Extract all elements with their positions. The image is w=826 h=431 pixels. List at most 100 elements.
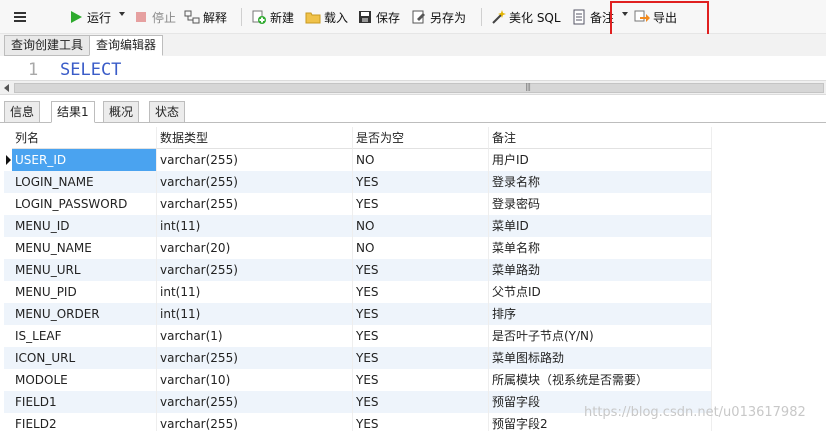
table-cell[interactable]: USER_ID: [12, 149, 157, 171]
table-row[interactable]: MENU_PID int(11) YES 父节点ID: [4, 281, 712, 303]
tab-status[interactable]: 状态: [149, 101, 186, 123]
load-label: 载入: [324, 10, 349, 25]
table-cell[interactable]: 菜单名称: [489, 237, 712, 259]
scroll-left-arrow-icon[interactable]: [4, 84, 9, 92]
tab-query-editor[interactable]: 查询编辑器: [89, 35, 164, 56]
sql-code[interactable]: SELECT: [60, 60, 121, 80]
table-row[interactable]: USER_ID varchar(255) NO 用户ID: [4, 149, 712, 171]
table-cell[interactable]: YES: [353, 369, 489, 391]
table-cell[interactable]: YES: [353, 325, 489, 347]
table-row[interactable]: MENU_ID int(11) NO 菜单ID: [4, 215, 712, 237]
result-tab-bar: 信息 结果1 概况 状态: [0, 99, 826, 123]
run-dropdown-caret[interactable]: [119, 12, 125, 16]
table-cell[interactable]: NO: [353, 237, 489, 259]
sql-editor[interactable]: 1 SELECT: [0, 56, 826, 82]
table-cell[interactable]: varchar(1): [157, 325, 353, 347]
table-cell[interactable]: FIELD1: [12, 391, 157, 413]
new-button[interactable]: 新建: [251, 7, 294, 27]
save-as-button[interactable]: 另存为: [411, 7, 466, 27]
table-cell[interactable]: 排序: [489, 303, 712, 325]
table-cell[interactable]: 菜单路劲: [489, 259, 712, 281]
table-cell[interactable]: ICON_URL: [12, 347, 157, 369]
table-cell[interactable]: int(11): [157, 303, 353, 325]
table-cell[interactable]: varchar(255): [157, 149, 353, 171]
explain-button[interactable]: 解释: [184, 7, 227, 27]
table-row[interactable]: MENU_ORDER int(11) YES 排序: [4, 303, 712, 325]
save-button[interactable]: 保存: [357, 7, 400, 27]
table-row[interactable]: MENU_NAME varchar(20) NO 菜单名称: [4, 237, 712, 259]
table-cell[interactable]: varchar(255): [157, 391, 353, 413]
table-cell[interactable]: MENU_ORDER: [12, 303, 157, 325]
table-cell[interactable]: varchar(255): [157, 171, 353, 193]
table-cell[interactable]: NO: [353, 215, 489, 237]
column-header[interactable]: 是否为空: [353, 127, 489, 149]
explain-label: 解释: [203, 10, 228, 25]
table-row[interactable]: LOGIN_PASSWORD varchar(255) YES 登录密码: [4, 193, 712, 215]
table-cell[interactable]: YES: [353, 171, 489, 193]
stop-icon: [133, 9, 149, 25]
comment-button[interactable]: 备注: [571, 7, 614, 27]
table-cell[interactable]: YES: [353, 259, 489, 281]
run-button[interactable]: 运行: [68, 7, 111, 27]
menu-button[interactable]: [12, 7, 31, 27]
query-tab-bar: 查询创建工具 查询编辑器: [0, 34, 826, 56]
table-cell[interactable]: 登录名称: [489, 171, 712, 193]
table-cell[interactable]: YES: [353, 391, 489, 413]
table-cell[interactable]: LOGIN_NAME: [12, 171, 157, 193]
column-header[interactable]: 数据类型: [157, 127, 353, 149]
table-cell[interactable]: 用户ID: [489, 149, 712, 171]
table-cell[interactable]: 是否叶子节点(Y/N): [489, 325, 712, 347]
table-cell[interactable]: 父节点ID: [489, 281, 712, 303]
save-as-icon: [411, 9, 427, 25]
table-cell[interactable]: LOGIN_PASSWORD: [12, 193, 157, 215]
scrollbar-thumb[interactable]: [14, 83, 824, 93]
table-cell[interactable]: IS_LEAF: [12, 325, 157, 347]
table-cell[interactable]: MENU_PID: [12, 281, 157, 303]
scrollbar-grip-icon: |||: [525, 82, 531, 91]
editor-horizontal-scrollbar[interactable]: |||: [0, 80, 826, 95]
table-cell[interactable]: varchar(255): [157, 413, 353, 431]
table-row[interactable]: IS_LEAF varchar(1) YES 是否叶子节点(Y/N): [4, 325, 712, 347]
table-cell[interactable]: YES: [353, 303, 489, 325]
table-cell[interactable]: int(11): [157, 215, 353, 237]
table-cell[interactable]: 菜单图标路劲: [489, 347, 712, 369]
column-header[interactable]: 列名: [12, 127, 157, 149]
table-cell[interactable]: varchar(20): [157, 237, 353, 259]
table-cell[interactable]: YES: [353, 193, 489, 215]
table-cell[interactable]: varchar(255): [157, 193, 353, 215]
table-row[interactable]: LOGIN_NAME varchar(255) YES 登录名称: [4, 171, 712, 193]
column-header[interactable]: 备注: [489, 127, 712, 149]
tab-result1[interactable]: 结果1: [51, 101, 95, 123]
new-query-icon: [251, 9, 267, 25]
beautify-sql-button[interactable]: 美化 SQL: [490, 7, 561, 27]
table-cell[interactable]: MENU_ID: [12, 215, 157, 237]
table-cell[interactable]: varchar(255): [157, 259, 353, 281]
load-button[interactable]: 载入: [305, 7, 348, 27]
table-cell[interactable]: 菜单ID: [489, 215, 712, 237]
table-cell[interactable]: NO: [353, 149, 489, 171]
table-cell[interactable]: varchar(10): [157, 369, 353, 391]
tab-query-builder[interactable]: 查询创建工具: [4, 35, 91, 56]
table-row[interactable]: ICON_URL varchar(255) YES 菜单图标路劲: [4, 347, 712, 369]
toolbar-divider: [481, 8, 482, 26]
table-cell[interactable]: MENU_URL: [12, 259, 157, 281]
table-cell[interactable]: 所属模块（视系统是否需要）: [489, 369, 712, 391]
tab-profile[interactable]: 概况: [103, 101, 140, 123]
table-cell[interactable]: YES: [353, 281, 489, 303]
run-label: 运行: [87, 10, 112, 25]
table-cell[interactable]: FIELD2: [12, 413, 157, 431]
table-row[interactable]: MODOLE varchar(10) YES 所属模块（视系统是否需要）: [4, 369, 712, 391]
table-cell[interactable]: YES: [353, 347, 489, 369]
table-cell[interactable]: 登录密码: [489, 193, 712, 215]
table-cell[interactable]: MENU_NAME: [12, 237, 157, 259]
table-cell[interactable]: MODOLE: [12, 369, 157, 391]
table-cell[interactable]: YES: [353, 413, 489, 431]
table-cell[interactable]: int(11): [157, 281, 353, 303]
table-row[interactable]: MENU_URL varchar(255) YES 菜单路劲: [4, 259, 712, 281]
beautify-sql-label: 美化 SQL: [509, 10, 561, 25]
stop-button[interactable]: 停止: [133, 7, 176, 27]
tab-info[interactable]: 信息: [4, 101, 41, 123]
document-icon: [571, 9, 587, 25]
explain-icon: [184, 9, 200, 25]
table-cell[interactable]: varchar(255): [157, 347, 353, 369]
